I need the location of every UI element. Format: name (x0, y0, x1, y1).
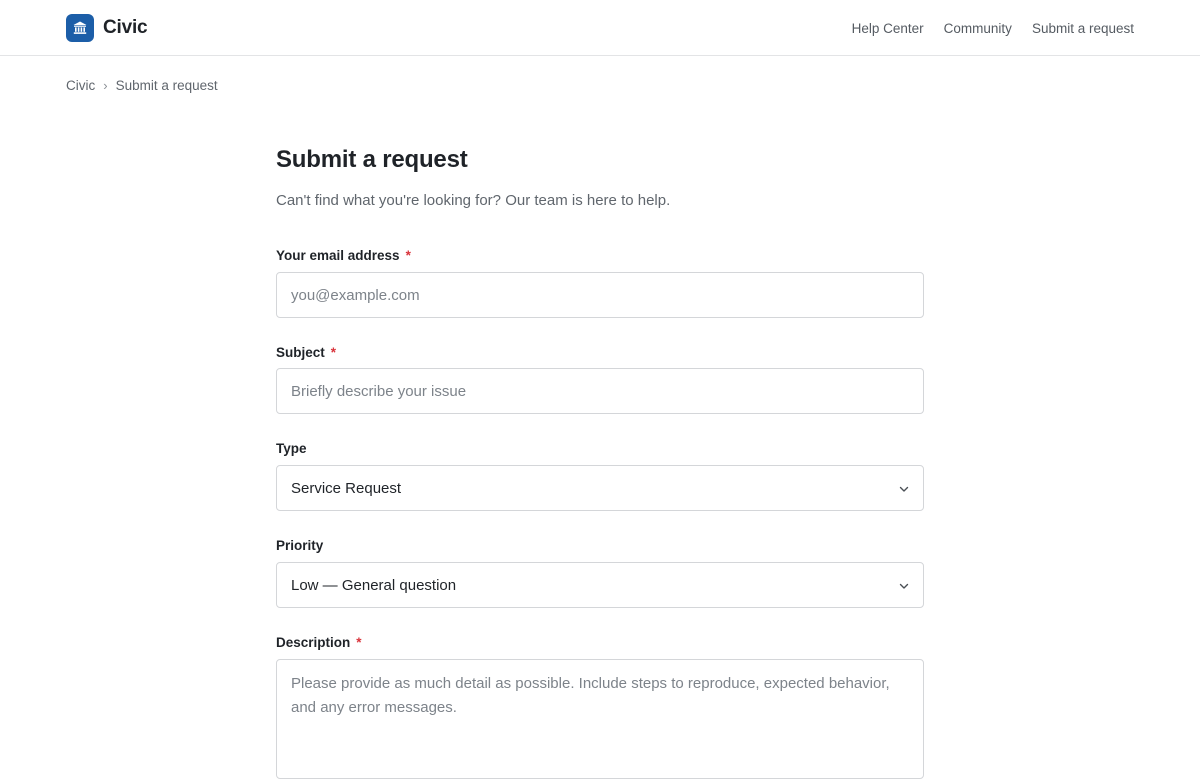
required-marker: * (356, 635, 362, 650)
subject-label: Subject * (276, 344, 336, 362)
description-label: Description * (276, 634, 362, 652)
breadcrumb-item-current: Submit a request (115, 78, 218, 93)
priority-label-text: Priority (276, 538, 324, 553)
nav-link-community[interactable]: Community (944, 21, 1012, 36)
chevron-down-icon (899, 486, 909, 492)
email-input[interactable] (276, 272, 924, 318)
top-navigation-bar: Civic Help Center Community Submit a req… (0, 0, 1200, 56)
chevron-down-icon (899, 583, 909, 589)
email-label: Your email address * (276, 247, 411, 265)
description-textarea[interactable] (276, 659, 924, 779)
page-title: Submit a request (276, 146, 468, 173)
type-label-text: Type (276, 441, 307, 456)
subject-input[interactable] (276, 368, 924, 414)
type-select[interactable]: Service Request (276, 465, 924, 511)
type-label: Type (276, 440, 307, 458)
nav-link-submit-request[interactable]: Submit a request (1032, 21, 1134, 36)
description-label-text: Description (276, 635, 351, 650)
breadcrumb: Civic › Submit a request (66, 78, 218, 93)
priority-select[interactable]: Low — General question (276, 562, 924, 608)
priority-selected-value: Low — General question (291, 576, 457, 594)
breadcrumb-item-civic[interactable]: Civic (66, 78, 95, 93)
subject-label-text: Subject (276, 345, 325, 360)
priority-label: Priority (276, 537, 323, 555)
page-subtitle: Can't find what you're looking for? Our … (276, 192, 671, 209)
required-marker: * (330, 345, 337, 360)
brand-home-link[interactable]: Civic (66, 14, 148, 42)
email-label-text: Your email address (276, 248, 400, 263)
bank-icon (66, 14, 94, 42)
required-marker: * (405, 248, 411, 263)
nav-link-help-center[interactable]: Help Center (852, 21, 924, 36)
request-form: Submit a request Can't find what you're … (276, 142, 924, 779)
breadcrumb-separator: › (103, 78, 108, 93)
main-nav: Help Center Community Submit a request (832, 0, 1134, 56)
brand-name: Civic (103, 17, 148, 38)
type-selected-value: Service Request (291, 479, 402, 497)
